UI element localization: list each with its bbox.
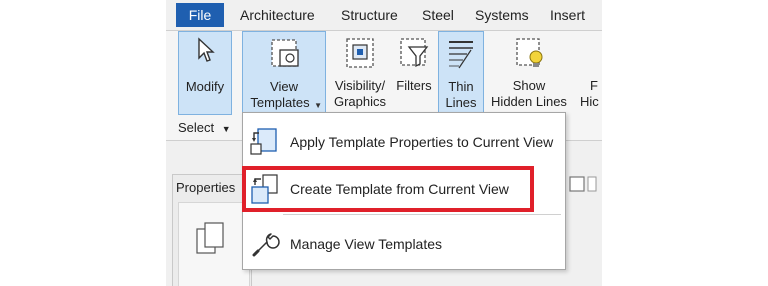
thin-lines-icon	[445, 36, 477, 75]
properties-label: Properties	[176, 180, 236, 195]
show-hidden-lines-icon	[511, 35, 547, 74]
wrench-icon	[249, 228, 283, 265]
highlight-box	[242, 166, 534, 212]
visibility-graphics-button[interactable]: Visibility/ Graphics	[330, 31, 390, 115]
properties-content	[178, 202, 250, 286]
revit-window: File Architecture Structure Steel System…	[166, 0, 602, 286]
ribbon-tab-bar: File Architecture Structure Steel System…	[166, 0, 602, 31]
view-templates-icon	[266, 36, 302, 75]
apply-template-icon	[249, 126, 283, 163]
cursor-arrow-icon	[194, 36, 216, 69]
tab-systems[interactable]: Systems	[475, 0, 529, 30]
tab-insert[interactable]: Insert	[550, 0, 585, 30]
tab-structure[interactable]: Structure	[341, 0, 398, 30]
project-browser-icon[interactable]	[568, 174, 602, 196]
visibility-graphics-icon	[343, 35, 377, 74]
select-dropdown[interactable]: Select ▼	[178, 120, 231, 135]
filters-button[interactable]: Filters	[392, 31, 436, 115]
tab-architecture[interactable]: Architecture	[240, 0, 315, 30]
menu-item-apply-template[interactable]: Apply Template Properties to Current Vie…	[243, 119, 565, 165]
menu-item-create-template[interactable]: Create Template from Current View	[242, 166, 565, 212]
tab-steel[interactable]: Steel	[422, 0, 454, 30]
chevron-down-icon: ▼	[221, 124, 231, 134]
thin-lines-button[interactable]: Thin Lines	[438, 31, 484, 115]
partial-ribbon-button[interactable]: F Hic	[576, 31, 602, 115]
show-hidden-lines-button[interactable]: Show Hidden Lines	[486, 31, 572, 115]
tab-file[interactable]: File	[176, 3, 224, 27]
filter-funnel-icon	[397, 35, 431, 74]
menu-item-manage-templates[interactable]: Manage View Templates	[243, 221, 565, 267]
view-templates-menu: Apply Template Properties to Current Vie…	[242, 112, 566, 270]
view-templates-button[interactable]: View Templates ▼	[242, 31, 326, 115]
chevron-down-icon: ▼	[314, 101, 322, 110]
element-type-icon	[193, 221, 227, 262]
modify-button[interactable]: Modify	[178, 31, 232, 115]
menu-divider	[283, 214, 561, 215]
